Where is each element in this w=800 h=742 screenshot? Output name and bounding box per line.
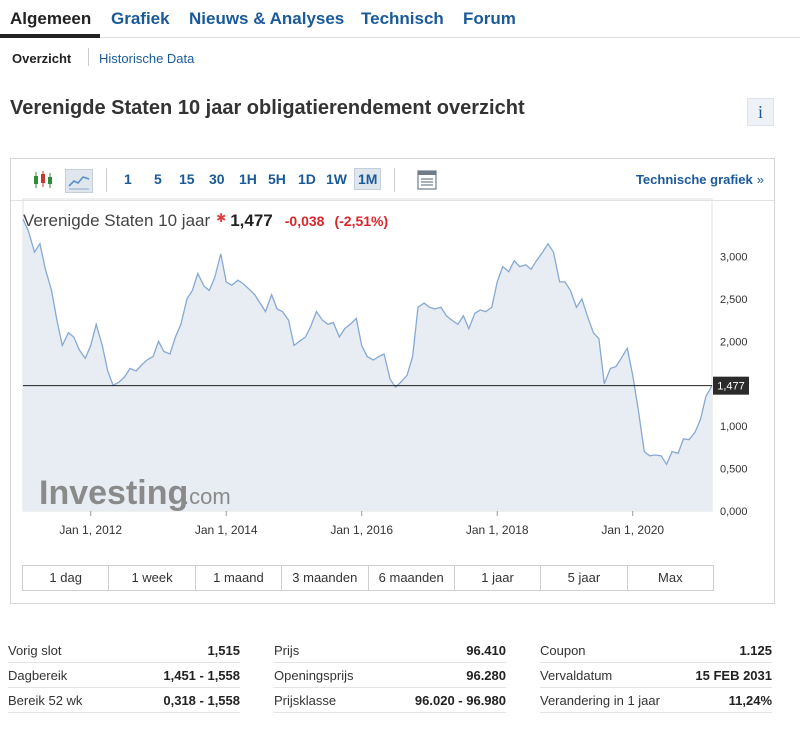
stat-value: 1,515 (207, 643, 240, 658)
y-tick-label: 1,000 (720, 421, 748, 433)
stat-row: Openingsprijs 96.280 (274, 663, 506, 688)
stat-value: 96.020 - 96.980 (414, 693, 506, 708)
tab-technisch[interactable]: Technisch (361, 9, 444, 29)
range-selector: 1 dag 1 week 1 maand 3 maanden 6 maanden… (22, 565, 714, 591)
watermark-investing: Investing (39, 474, 188, 512)
range-max[interactable]: Max (628, 566, 713, 590)
x-tick-label: Jan 1, 2020 (601, 523, 664, 537)
stat-label: Dagbereik (8, 668, 68, 683)
y-tick-label: 2,000 (720, 336, 748, 348)
stat-label: Bereik 52 wk (8, 693, 83, 708)
stat-label: Prijsklasse (274, 693, 337, 708)
sub-tabs: Overzicht Historische Data (0, 38, 800, 78)
tab-algemeen[interactable]: Algemeen (10, 9, 91, 29)
stat-value: 0,318 - 1,558 (163, 693, 240, 708)
tab-grafiek[interactable]: Grafiek (111, 9, 170, 29)
stat-row: Coupon 1.125 (540, 638, 772, 663)
subtab-divider (88, 48, 89, 66)
info-icon[interactable]: i (747, 98, 774, 126)
tab-forum[interactable]: Forum (463, 9, 516, 29)
range-1-jaar[interactable]: 1 jaar (455, 566, 542, 590)
x-tick-label: Jan 1, 2016 (330, 523, 393, 537)
stat-value: 96.280 (466, 668, 506, 683)
range-1-maand[interactable]: 1 maand (196, 566, 283, 590)
stat-value: 1,451 - 1,558 (163, 668, 240, 683)
stat-value: 96.410 (466, 643, 506, 658)
subtab-overzicht[interactable]: Overzicht (12, 51, 71, 66)
stat-row: Vervaldatum 15 FEB 2031 (540, 663, 772, 688)
x-tick-label: Jan 1, 2014 (195, 523, 258, 537)
stat-value: 11,24% (728, 693, 772, 708)
y-tick-label: 3,000 (720, 251, 748, 263)
stat-value: 1.125 (739, 643, 772, 658)
chart-panel: 1 5 15 30 1H 5H 1D 1W 1M Technische graf… (10, 158, 775, 604)
current-value-label: 1,477 (717, 381, 745, 393)
range-3-maanden[interactable]: 3 maanden (282, 566, 369, 590)
x-tick-label: Jan 1, 2018 (466, 523, 529, 537)
stat-row: Prijsklasse 96.020 - 96.980 (274, 688, 506, 713)
series-area (23, 219, 712, 511)
subtab-historische-data[interactable]: Historische Data (99, 51, 194, 66)
yield-chart[interactable]: Investing .com 1,477 3,000 2,500 2,000 1,000… (11, 159, 774, 559)
range-6-maanden[interactable]: 6 maanden (369, 566, 455, 590)
main-tabs: Algemeen Grafiek Nieuws & Analyses Techn… (0, 0, 800, 38)
tab-nieuws-analyses[interactable]: Nieuws & Analyses (189, 9, 344, 29)
range-5-jaar[interactable]: 5 jaar (541, 566, 628, 590)
stat-label: Coupon (540, 643, 586, 658)
stat-row: Vorig slot 1,515 (8, 638, 240, 663)
range-1-dag[interactable]: 1 dag (23, 566, 110, 590)
range-1-week[interactable]: 1 week (109, 566, 196, 590)
stat-row: Dagbereik 1,451 - 1,558 (8, 663, 240, 688)
y-tick-label: 0,500 (720, 464, 748, 476)
y-tick-label: 0,000 (720, 506, 748, 518)
stat-row: Verandering in 1 jaar 11,24% (540, 688, 772, 713)
stat-label: Verandering in 1 jaar (540, 693, 660, 708)
x-tick-label: Jan 1, 2012 (59, 523, 122, 537)
watermark-domain: .com (183, 484, 231, 509)
stat-label: Vervaldatum (540, 668, 613, 683)
stat-row: Bereik 52 wk 0,318 - 1,558 (8, 688, 240, 713)
page-title: Verenigde Staten 10 jaar obligatierendem… (10, 97, 525, 119)
stat-row: Prijs 96.410 (274, 638, 506, 663)
stat-label: Prijs (274, 643, 300, 658)
y-tick-label: 2,500 (720, 294, 748, 306)
stat-label: Vorig slot (8, 643, 62, 658)
stat-value: 15 FEB 2031 (695, 668, 772, 683)
stat-label: Openingsprijs (274, 668, 354, 683)
